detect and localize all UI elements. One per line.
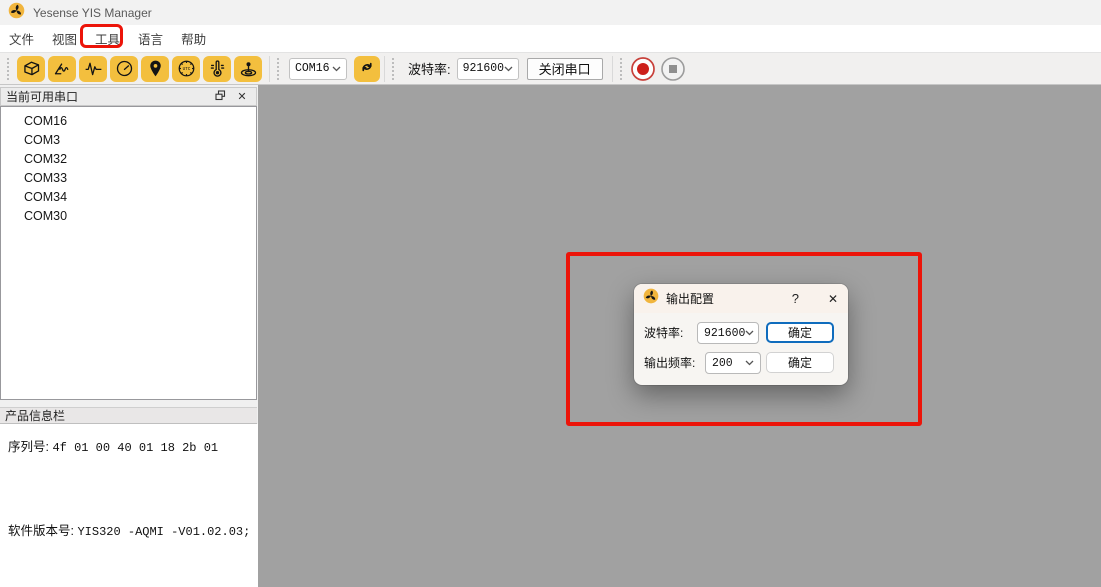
product-info-body: 序列号: 4f 01 00 40 01 18 2b 01 软件版本号: YIS3… [0,424,258,587]
dialog-help-button[interactable]: ? [792,291,799,306]
dialog-title: 输出配置 [666,290,785,307]
utc-clock-button[interactable]: UTC [172,56,200,82]
software-version-row: 软件版本号: YIS320 -AQMI -V01.02.03; [8,520,250,539]
location-pin-icon [145,58,166,79]
dialog-close-button[interactable]: ✕ [828,292,838,306]
list-item[interactable]: COM34 [1,188,256,207]
menu-help[interactable]: 帮助 [172,25,215,52]
software-version-label: 软件版本号: [8,524,74,538]
dialog-logo-icon [643,288,659,309]
list-item[interactable]: COM32 [1,150,256,169]
serial-number-value: 4f 01 00 40 01 18 2b 01 [52,441,218,455]
toolbar-separator [269,56,270,82]
close-icon: ✕ [237,90,246,103]
baud-rate-label: 波特率: [408,59,451,78]
record-button[interactable] [630,56,656,82]
close-panel-button[interactable]: ✕ [234,90,250,104]
menu-view[interactable]: 视图 [43,25,86,52]
inclinometer-icon [238,58,259,79]
list-item[interactable]: COM30 [1,207,256,226]
menu-bar: 文件 视图 工具 语言 帮助 [0,25,1101,52]
dialog-title-bar[interactable]: 输出配置 ? ✕ [634,284,848,313]
baud-rate-select[interactable]: 921600 [457,58,519,80]
list-item[interactable]: COM33 [1,169,256,188]
chevron-down-icon [745,330,754,336]
app-window: Yesense YIS Manager 文件 视图 工具 语言 帮助 [0,0,1101,587]
list-item[interactable]: COM3 [1,131,256,150]
product-info-title: 产品信息栏 [5,407,65,424]
waveform-icon [83,58,104,79]
window-title: Yesense YIS Manager [33,6,152,20]
refresh-icon [358,58,376,79]
gauge-icon [114,58,135,79]
toolbar-separator [612,56,613,82]
title-bar: Yesense YIS Manager [0,0,1101,25]
close-serial-port-button[interactable]: 关闭串口 [527,58,603,80]
toolbar-drag-handle[interactable] [277,58,285,80]
ports-panel-title: 当前可用串口 [6,88,78,105]
record-icon [630,70,656,85]
toolbar-drag-handle[interactable] [392,58,400,80]
toolbar-separator [384,56,385,82]
inclinometer-button[interactable] [234,56,262,82]
toolbar: UTC [0,52,1101,85]
location-button[interactable] [141,56,169,82]
dialog-baud-select[interactable]: 921600 [697,322,759,344]
3d-view-button[interactable] [17,56,45,82]
baud-rate-value: 921600 [463,62,504,75]
thermometer-button[interactable] [203,56,231,82]
serial-number-row: 序列号: 4f 01 00 40 01 18 2b 01 [8,436,218,455]
angle-wave-icon [52,58,73,79]
float-window-icon [215,90,226,104]
output-config-dialog: 输出配置 ? ✕ 波特率: 921600 确定 输出频率: 200 确定 [634,284,848,385]
dialog-output-rate-value: 200 [712,357,733,370]
port-select-value: COM16 [295,62,330,75]
chevron-down-icon [504,66,513,72]
toolbar-drag-handle[interactable] [620,58,628,80]
list-item[interactable]: COM16 [1,112,256,131]
waveform-button[interactable] [79,56,107,82]
ports-panel-header: 当前可用串口 ✕ [0,87,257,106]
chevron-down-icon [745,360,754,366]
gauge-button[interactable] [110,56,138,82]
menu-tools[interactable]: 工具 [86,25,129,52]
dialog-output-rate-label: 输出频率: [644,352,695,374]
available-ports-list: COM16 COM3 COM32 COM33 COM34 COM30 [0,106,257,400]
port-select[interactable]: COM16 [289,58,347,80]
toolbar-drag-handle[interactable] [7,58,15,80]
angle-wave-button[interactable] [48,56,76,82]
chevron-down-icon [332,66,341,72]
dialog-baud-label: 波特率: [644,322,683,344]
refresh-ports-button[interactable] [354,56,380,82]
float-panel-button[interactable] [212,90,228,104]
left-dock-area: 当前可用串口 ✕ COM16 COM3 COM32 COM33 COM34 CO… [0,85,258,587]
thermometer-icon [207,58,228,79]
product-info-header: 产品信息栏 [0,407,257,424]
cube-3d-icon [21,58,42,79]
svg-text:UTC: UTC [182,67,190,72]
utc-clock-icon: UTC [176,58,197,79]
dialog-baud-value: 921600 [704,327,745,340]
dialog-output-rate-select[interactable]: 200 [705,352,761,374]
app-logo-icon [8,2,25,24]
serial-number-label: 序列号: [8,440,49,454]
menu-language[interactable]: 语言 [129,25,172,52]
software-version-value: YIS320 -AQMI -V01.02.03; [77,525,250,539]
stop-icon [660,70,686,85]
stop-button[interactable] [660,56,686,82]
menu-file[interactable]: 文件 [0,25,43,52]
confirm-baud-button[interactable]: 确定 [766,322,834,343]
confirm-output-rate-button[interactable]: 确定 [766,352,834,373]
